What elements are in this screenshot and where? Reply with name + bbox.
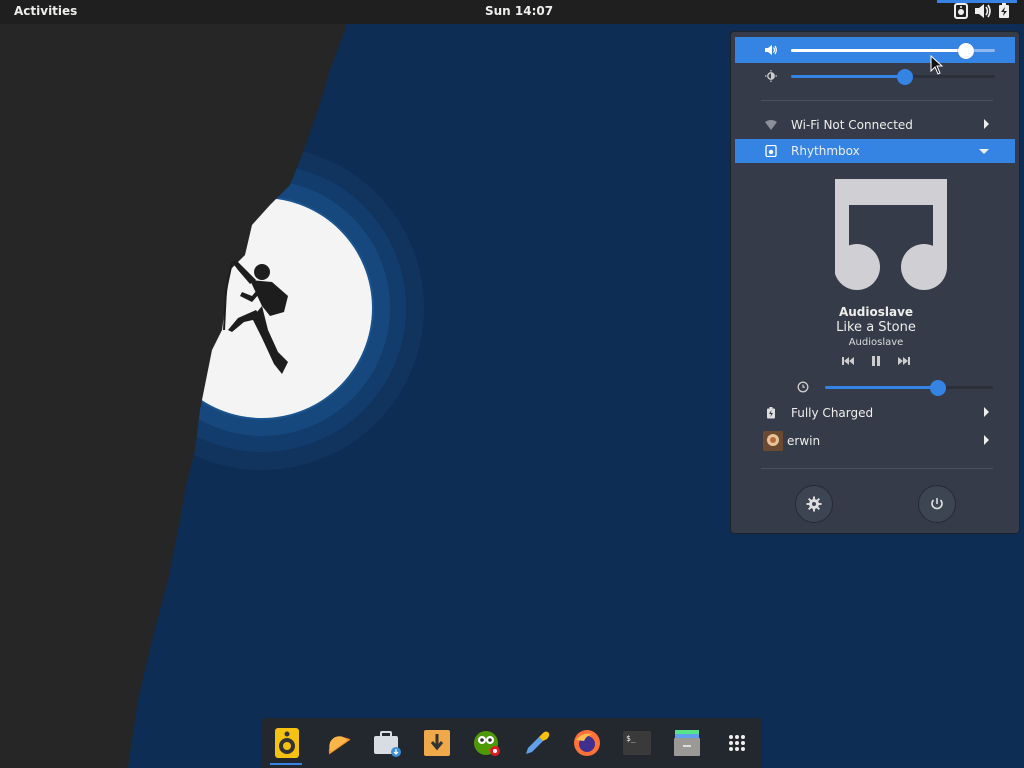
track-title: Like a Stone (836, 320, 916, 335)
dock-rhythmbox[interactable] (270, 726, 304, 760)
software-center-icon (374, 731, 401, 757)
firefox-icon (574, 730, 600, 756)
rhythmbox-icon (275, 728, 299, 758)
dock-gimp-app[interactable] (470, 726, 504, 760)
dock-color-picker[interactable] (520, 726, 554, 760)
settings-icon (806, 496, 822, 512)
brightness-slider[interactable] (791, 69, 995, 85)
system-tray[interactable] (954, 3, 1010, 22)
pause-icon[interactable] (869, 354, 883, 368)
volume-icon[interactable] (974, 3, 992, 22)
playback-position-slider[interactable] (825, 380, 993, 396)
chevron-right-icon (984, 435, 989, 445)
dock-terminal[interactable]: $_ (620, 726, 654, 760)
volume-slider-handle[interactable] (958, 43, 974, 59)
chevron-right-icon (984, 119, 989, 129)
separator (761, 100, 993, 101)
eyedropper-icon (526, 731, 550, 754)
volume-slider-row[interactable] (735, 37, 1015, 63)
brightness-icon (765, 70, 777, 82)
chevron-down-icon (979, 149, 989, 154)
system-menu: Wi-Fi Not Connected Rhythmbox Audioslave… (730, 31, 1020, 534)
show-applications-button[interactable] (720, 726, 754, 760)
svg-text:$_: $_ (626, 734, 636, 743)
dock-orange-app[interactable] (320, 726, 354, 760)
track-album: Audioslave (848, 337, 904, 348)
dock-software-center[interactable] (370, 726, 404, 760)
dock-download-manager[interactable] (420, 726, 454, 760)
power-icon (931, 498, 943, 510)
battery-label: Fully Charged (791, 406, 874, 420)
volume-icon (765, 45, 777, 55)
battery-icon[interactable] (998, 3, 1010, 22)
playback-position-row[interactable] (735, 374, 1015, 400)
rhythmbox-icon (765, 145, 777, 157)
brightness-slider-row[interactable] (735, 63, 1015, 89)
brightness-slider-fill (791, 75, 905, 78)
rhythmbox-icon[interactable] (954, 3, 968, 22)
playback-position-handle[interactable] (930, 380, 946, 396)
terminal-icon: $_ (623, 731, 651, 755)
chevron-right-icon (984, 407, 989, 417)
volume-slider[interactable] (791, 43, 995, 59)
volume-slider-fill (791, 49, 966, 52)
power-button[interactable] (918, 485, 956, 523)
battery-icon (767, 407, 775, 419)
user-avatar (763, 431, 783, 451)
dock-file-manager[interactable] (670, 726, 704, 760)
next-icon[interactable] (897, 354, 911, 368)
battery-menu-item[interactable]: Fully Charged (735, 401, 1015, 425)
music-note-icon (835, 179, 947, 290)
activities-button[interactable]: Activities (14, 4, 77, 18)
wifi-menu-item[interactable]: Wi-Fi Not Connected (735, 113, 1015, 137)
wifi-icon (765, 120, 777, 130)
file-manager-icon (674, 730, 700, 756)
previous-icon[interactable] (841, 354, 855, 368)
rhythmbox-label: Rhythmbox (791, 144, 860, 158)
separator (761, 468, 993, 469)
clock-icon (797, 381, 809, 393)
gimp-icon (474, 731, 500, 756)
wifi-label: Wi-Fi Not Connected (791, 118, 913, 132)
running-indicator (270, 763, 302, 765)
app-grid-icon (729, 735, 745, 751)
rhythmbox-menu-item[interactable]: Rhythmbox (735, 139, 1015, 163)
clock[interactable]: Sun 14:07 (485, 4, 553, 18)
top-panel: Activities Sun 14:07 (0, 0, 1024, 24)
user-label: erwin (787, 434, 821, 448)
playback-position-fill (825, 386, 938, 389)
mouse-cursor (930, 55, 944, 75)
media-controls (731, 354, 1021, 368)
dock: $_ (262, 718, 762, 768)
track-artist: Audioslave (838, 305, 914, 319)
brightness-slider-handle[interactable] (897, 69, 913, 85)
download-icon (424, 730, 450, 756)
settings-button[interactable] (795, 485, 833, 523)
user-menu-item[interactable]: erwin (735, 429, 1015, 453)
dock-firefox[interactable] (570, 726, 604, 760)
orange-slice-icon (328, 736, 351, 755)
